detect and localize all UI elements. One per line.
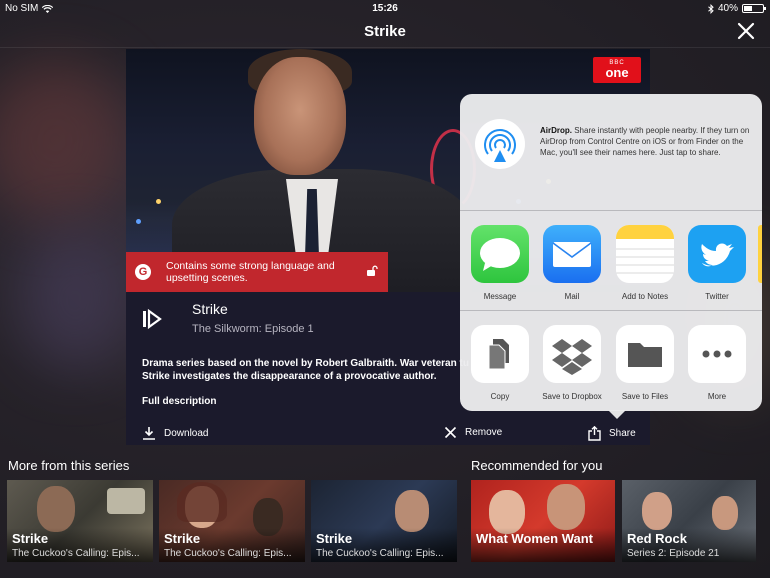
background-blur: [20, 230, 130, 370]
background-blur: [0, 60, 130, 220]
guidance-text: Contains some strong language and upsett…: [166, 260, 335, 284]
battery-icon: [742, 4, 766, 13]
close-icon[interactable]: [736, 21, 756, 41]
twitter-bird-icon: [701, 243, 734, 267]
share-icon: [588, 426, 601, 441]
series-episode-tile[interactable]: Strike The Cuckoo's Calling: Epis...: [159, 480, 305, 562]
folder-icon: [628, 343, 662, 367]
share-app-message[interactable]: Message: [469, 225, 531, 301]
battery-percent: 40%: [717, 3, 738, 14]
share-action-copy[interactable]: Copy: [469, 325, 531, 401]
full-description-link[interactable]: Full description: [142, 396, 216, 407]
guidance-badge: G: [135, 264, 151, 280]
dropbox-icon: [552, 339, 592, 375]
download-icon: [143, 427, 155, 440]
mail-icon: [552, 242, 592, 267]
channel-logo: BBC one: [593, 57, 641, 83]
series-episode-tile[interactable]: Strike The Cuckoo's Calling: Epis...: [311, 480, 457, 562]
action-bar: Download Remove Share: [126, 423, 650, 445]
clock: 15:26: [372, 3, 398, 14]
recommended-tile[interactable]: What Women Want: [471, 480, 615, 562]
share-action-more[interactable]: More: [686, 325, 748, 401]
share-app-twitter[interactable]: Twitter: [686, 225, 748, 301]
recommended-tile[interactable]: Red Rock Series 2: Episode 21: [622, 480, 756, 562]
iplayer-logo-icon: [143, 308, 162, 330]
airdrop-icon[interactable]: [474, 118, 526, 170]
bluetooth-icon: [708, 3, 714, 14]
page-title: Strike: [364, 23, 406, 40]
share-app-mail[interactable]: Mail: [541, 225, 603, 301]
remove-icon: [444, 426, 457, 439]
share-action-files[interactable]: Save to Files: [614, 325, 676, 401]
programme-description: Drama series based on the novel by Rober…: [142, 358, 469, 382]
more-apps-peek: [758, 225, 762, 283]
recommended-heading: Recommended for you: [471, 458, 603, 473]
airdrop-description: AirDrop. Share instantly with people nea…: [540, 126, 750, 157]
share-button[interactable]: Share: [588, 426, 636, 441]
more-from-series-heading: More from this series: [8, 458, 130, 473]
status-bar: No SIM 15:26 40%: [0, 0, 770, 16]
notes-icon: [616, 248, 674, 274]
series-episode-tile[interactable]: Strike The Cuckoo's Calling: Epis...: [7, 480, 153, 562]
episode-title: The Silkworm: Episode 1: [192, 323, 314, 335]
download-button[interactable]: Download: [142, 426, 208, 440]
remove-button[interactable]: Remove: [444, 426, 502, 439]
share-app-notes[interactable]: Add to Notes: [614, 225, 676, 301]
share-action-dropbox[interactable]: Save to Dropbox: [541, 325, 603, 401]
copy-icon: [488, 339, 509, 370]
programme-title: Strike: [192, 301, 228, 317]
guidance-banner: G Contains some strong language and upse…: [126, 252, 388, 292]
more-icon: [702, 350, 732, 358]
unlock-icon[interactable]: [366, 265, 378, 277]
message-icon: [480, 238, 520, 271]
share-sheet: AirDrop. Share instantly with people nea…: [460, 94, 762, 419]
navigation-bar: Strike: [0, 16, 770, 48]
